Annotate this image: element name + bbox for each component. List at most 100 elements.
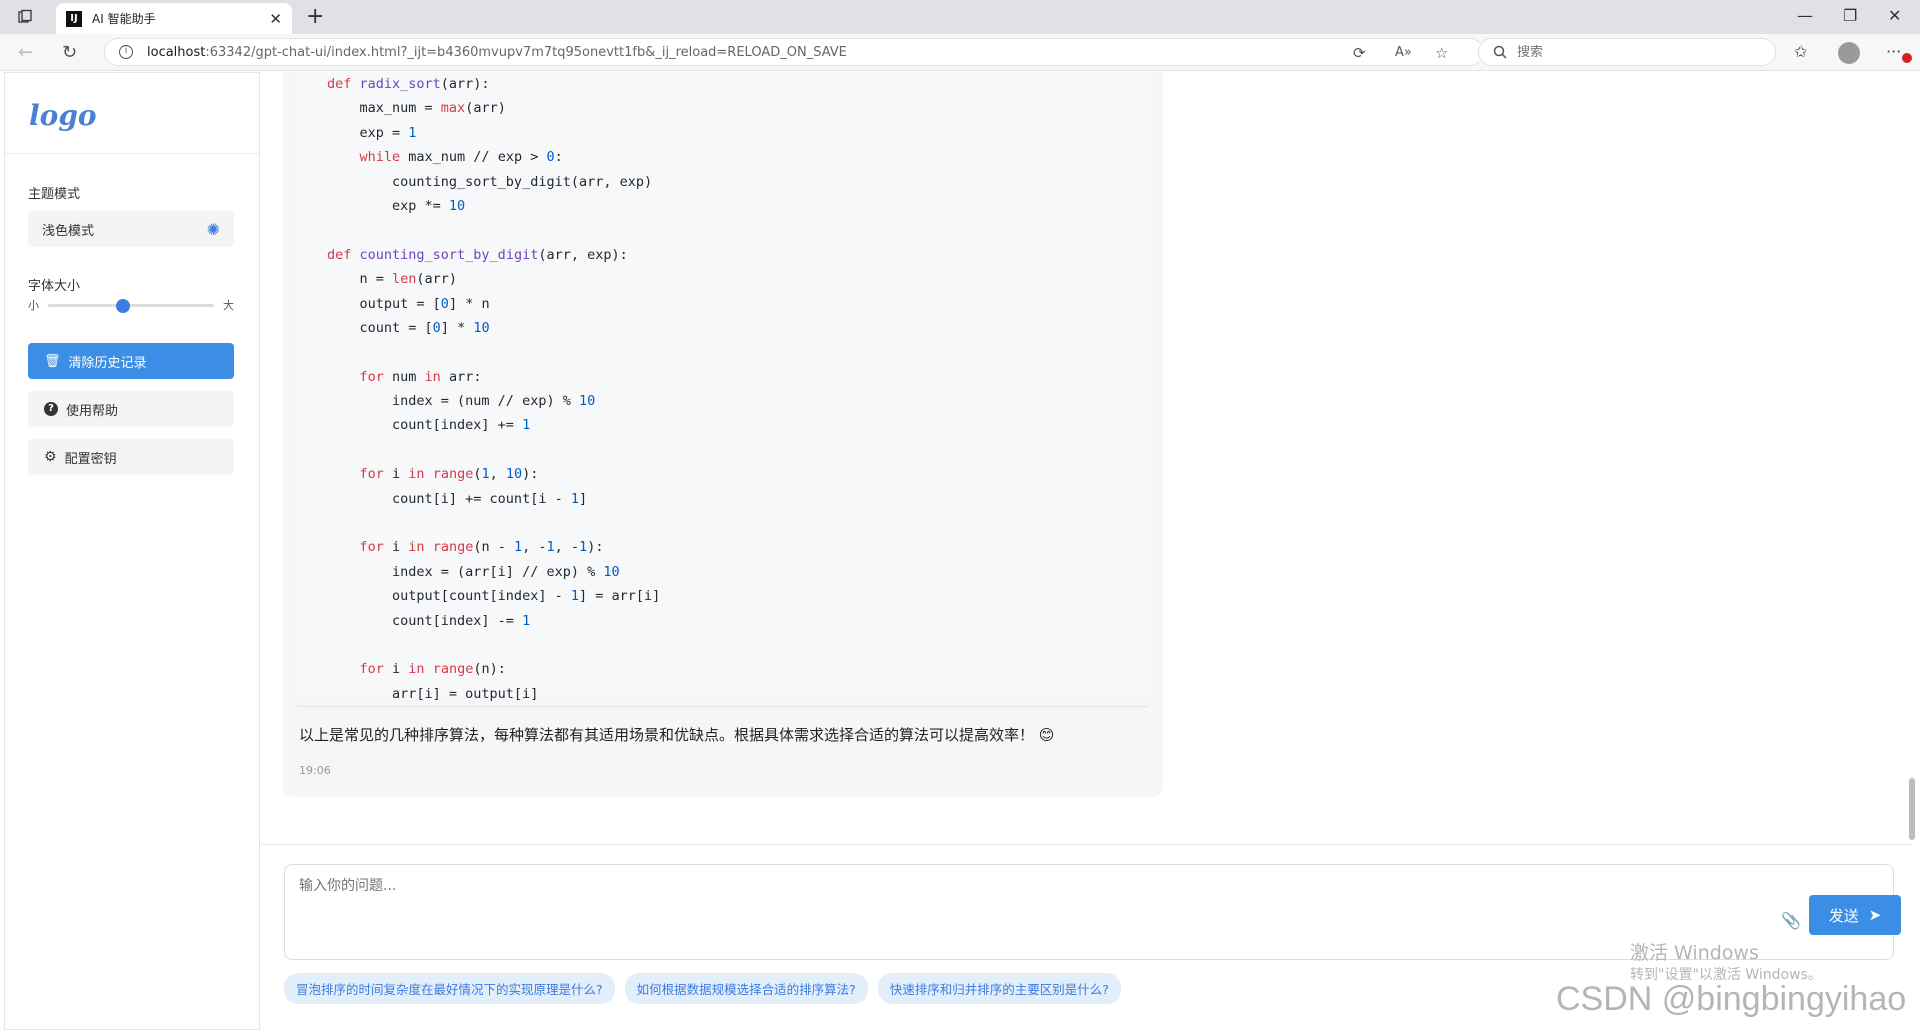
code-token: for <box>359 466 384 483</box>
code-token: count[index] += <box>327 417 523 434</box>
code-token: (arr) <box>416 271 458 288</box>
code-token: 1 <box>481 466 490 483</box>
slider-track[interactable] <box>48 299 214 313</box>
suggestion-chip[interactable]: 快速排序和归并排序的主要区别是什么? <box>877 973 1121 1004</box>
code-line: index = (num // exp) % 10 <box>297 389 1149 413</box>
chat-messages[interactable]: def radix_sort(arr): max_num = max(arr) … <box>261 72 1909 842</box>
intellij-favicon-icon: IJ <box>66 10 82 27</box>
browser-essentials-icon[interactable]: ⟳ <box>1353 44 1366 62</box>
refresh-icon[interactable]: ↻ <box>62 42 77 63</box>
browser-search-input[interactable] <box>1517 44 1737 60</box>
profile-avatar-icon[interactable] <box>1838 42 1860 64</box>
code-line: exp = 1 <box>297 121 1149 145</box>
code-token: : <box>554 149 563 166</box>
code-line: count = [0] * 10 <box>297 316 1149 340</box>
code-line: index = (arr[i] // exp) % 10 <box>297 560 1149 584</box>
code-token: count[index] -= <box>327 612 523 629</box>
sidebar: logo 主题模式 浅色模式 ✺ 字体大小 小 大 🗑 清除历史记录 ? 使用帮… <box>4 72 260 1030</box>
font-size-slider[interactable]: 小 大 <box>28 297 234 313</box>
window-close-icon[interactable]: ✕ <box>1888 6 1901 25</box>
help-label: 使用帮助 <box>66 403 119 419</box>
code-token: 0 <box>440 295 449 312</box>
code-token: , <box>489 466 506 483</box>
scrollbar-thumb[interactable] <box>1909 778 1915 840</box>
code-token: i <box>383 539 409 556</box>
favorite-star-icon[interactable]: ☆ <box>1435 44 1448 62</box>
attachment-icon[interactable]: 📎 <box>1781 911 1801 930</box>
code-token: ] = arr[i] <box>578 588 661 605</box>
code-token: max <box>440 100 466 117</box>
suggestion-list: 冒泡排序的时间复杂度在最好情况下的实现原理是什么? 如何根据数据规模选择合适的排… <box>284 973 1121 1004</box>
code-line: def counting_sort_by_digit(arr, exp): <box>297 243 1149 267</box>
more-menu-icon[interactable]: ··· <box>1886 42 1901 61</box>
browser-search-box[interactable] <box>1478 38 1776 66</box>
logo: logo <box>29 99 97 132</box>
code-line: for i in range(n): <box>297 657 1149 681</box>
config-key-label: 配置密钥 <box>64 451 117 467</box>
code-token: exp *= <box>327 197 449 214</box>
code-token: 10 <box>505 466 523 483</box>
code-token: , - <box>522 539 547 556</box>
code-line: for i in range(n - 1, -1, -1): <box>297 535 1149 559</box>
theme-select[interactable]: 浅色模式 ✺ <box>28 211 234 247</box>
font-small-label: 小 <box>28 299 39 312</box>
theme-label: 主题模式 <box>28 187 81 202</box>
code-line: for i in range(1, 10): <box>297 462 1149 486</box>
tab-close-icon[interactable]: ✕ <box>269 10 282 28</box>
code-line: max_num = max(arr) <box>297 96 1149 120</box>
code-token: ] * n <box>448 295 490 312</box>
theme-value: 浅色模式 <box>42 223 95 239</box>
url-field[interactable]: i localhost:63342/gpt-chat-ui/index.html… <box>104 38 1484 66</box>
code-token: 10 <box>603 563 620 580</box>
code-token: def <box>327 246 360 263</box>
clear-history-button[interactable]: 🗑 清除历史记录 <box>28 343 234 379</box>
slider-thumb[interactable] <box>115 299 130 313</box>
minimize-icon[interactable]: — <box>1797 6 1813 25</box>
code-token: ] <box>578 490 588 507</box>
suggestion-chip[interactable]: 如何根据数据规模选择合适的排序算法? <box>624 973 868 1004</box>
read-aloud-icon[interactable]: A» <box>1395 45 1412 60</box>
code-token: , - <box>554 539 580 556</box>
restore-icon[interactable]: ❐ <box>1843 6 1857 25</box>
help-button[interactable]: ? 使用帮助 <box>28 391 234 427</box>
code-line: count[i] += count[i - 1] <box>297 487 1149 511</box>
new-tab-icon[interactable]: + <box>306 4 324 29</box>
send-button[interactable]: 发送 ➤ <box>1809 895 1901 935</box>
code-token: 1 <box>522 417 531 434</box>
browser-address-bar: ← ↻ i localhost:63342/gpt-chat-ui/index.… <box>0 34 1920 71</box>
code-token: arr: <box>440 368 482 385</box>
code-line: n = len(arr) <box>297 267 1149 291</box>
code-token: (n - <box>473 539 514 556</box>
app-root: logo 主题模式 浅色模式 ✺ 字体大小 小 大 🗑 清除历史记录 ? 使用帮… <box>0 72 1920 1032</box>
code-token: 10 <box>448 197 466 214</box>
back-icon[interactable]: ← <box>18 42 33 63</box>
suggestion-chip[interactable]: 冒泡排序的时间复杂度在最好情况下的实现原理是什么? <box>284 973 615 1004</box>
code-token: in <box>424 368 441 385</box>
chat-scrollbar[interactable] <box>1909 72 1917 842</box>
code-token: 1 <box>579 539 588 556</box>
theme-gear-icon[interactable]: ✺ <box>207 220 220 239</box>
code-line: def radix_sort(arr): <box>297 72 1149 96</box>
favorites-icon[interactable]: ✩ <box>1794 42 1807 61</box>
code-token: range <box>432 539 474 556</box>
config-key-button[interactable]: ⚙ 配置密钥 <box>28 439 234 475</box>
code-line: output[count[index] - 1] = arr[i] <box>297 584 1149 608</box>
browser-tab-active[interactable]: IJ AI 智能助手 ✕ <box>56 3 292 34</box>
question-input[interactable] <box>299 875 1699 935</box>
code-token: in <box>408 466 425 483</box>
code-token: counting_sort_by_digit <box>359 246 539 263</box>
code-line: exp *= 10 <box>297 194 1149 218</box>
code-token: count[i] += count[i - <box>327 490 571 507</box>
code-line: arr[i] = output[i] <box>297 682 1149 706</box>
code-token: 10 <box>473 319 490 336</box>
workspaces-icon[interactable] <box>12 6 38 28</box>
site-info-icon[interactable]: i <box>119 45 133 59</box>
